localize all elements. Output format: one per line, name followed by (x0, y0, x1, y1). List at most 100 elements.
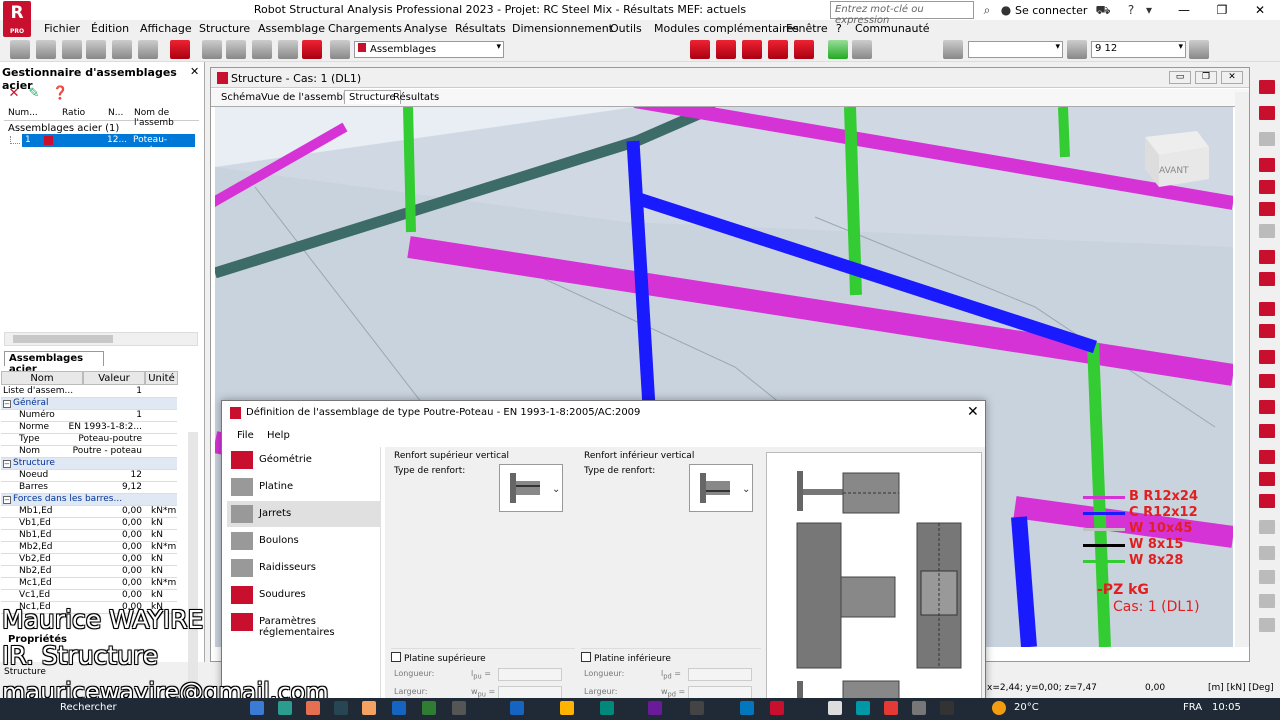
maximize-button[interactable]: ❐ (1206, 0, 1238, 20)
tree-row-selected[interactable]: 1 12... Poteau-poutre (22, 134, 195, 155)
column-brace[interactable] (403, 107, 416, 233)
taskbar-app-20[interactable] (940, 701, 954, 715)
collapse-icon[interactable]: − (3, 496, 11, 504)
taskbar-app-11[interactable] (600, 701, 614, 715)
palette-icon-5[interactable] (1259, 180, 1275, 194)
horizontal-scrollbar[interactable] (4, 332, 198, 346)
taskbar-robot[interactable] (770, 701, 784, 715)
view-minimize-button[interactable]: ▭ (1169, 71, 1191, 84)
connection-icon-1[interactable] (690, 40, 710, 59)
search-input[interactable]: Entrez mot-clé ou expression (830, 1, 974, 26)
menu-fenetre[interactable]: Fenêtre (786, 22, 828, 35)
menu-resultats[interactable]: Résultats (455, 22, 506, 35)
scroll-thumb[interactable] (13, 335, 113, 343)
taskbar-app-9[interactable] (510, 701, 524, 715)
property-row[interactable]: Type Poteau-poutre (1, 434, 177, 446)
collapse-icon[interactable]: − (3, 400, 11, 408)
nav-raidisseurs[interactable]: Raidisseurs (227, 555, 381, 581)
chevron-down-icon[interactable]: ▾ (1140, 1, 1158, 19)
taskbar-app-1[interactable] (250, 701, 264, 715)
tab-assemblages-acier[interactable]: Assemblages acier (4, 351, 104, 375)
dialog-menu-help[interactable]: Help (267, 430, 290, 441)
menu-outils[interactable]: Outils (610, 22, 642, 35)
sign-in-button[interactable]: Se connecter (1015, 4, 1087, 17)
help-icon[interactable]: ❓ (52, 86, 68, 102)
col-num[interactable]: Num... (8, 108, 38, 118)
nav-jarrets[interactable]: Jarrets (227, 501, 381, 527)
print-preview-icon[interactable] (86, 40, 106, 59)
lower-type-select[interactable]: ⌄ (689, 464, 753, 512)
tree-group[interactable]: Assemblages acier (1) (8, 123, 119, 134)
property-row-list[interactable]: Liste d'assem... 1 (1, 386, 177, 398)
nav-boulons[interactable]: Boulons (227, 528, 381, 554)
column-brace[interactable] (1058, 107, 1070, 158)
property-row[interactable]: Nom Poutre - poteau (1, 446, 177, 458)
taskbar-app-4[interactable] (334, 701, 348, 715)
display-icon[interactable] (1189, 40, 1209, 59)
col-ratio[interactable]: Ratio (62, 108, 85, 118)
lower-plate-checkbox[interactable]: Platine inférieure (581, 652, 671, 664)
connection-icon-5[interactable] (794, 40, 814, 59)
nav-parametres[interactable]: Paramètres réglementaires (227, 609, 381, 638)
collapse-icon[interactable]: − (3, 460, 11, 468)
connection-icon-2[interactable] (716, 40, 736, 59)
status-units[interactable]: [m] [kN] [Deg] (1208, 683, 1274, 693)
node-selection-icon[interactable] (943, 40, 963, 59)
calculator-icon[interactable] (170, 40, 190, 59)
user-icon[interactable]: ● (997, 1, 1015, 19)
nav-soudures[interactable]: Soudures (227, 582, 381, 608)
col-name[interactable]: Nom de l'assemb (134, 108, 199, 128)
menu-chargements[interactable]: Chargements (328, 22, 402, 35)
taskbar-app-6[interactable] (392, 701, 406, 715)
check-icon[interactable] (852, 40, 872, 59)
vertical-scrollbar[interactable] (188, 432, 198, 702)
binoculars-icon[interactable]: ⌕ (978, 1, 996, 19)
palette-icon-14[interactable] (1259, 400, 1275, 414)
palette-icon-21[interactable] (1259, 570, 1275, 584)
dialog-close-icon[interactable]: ✕ (967, 404, 979, 420)
tab-resultats[interactable]: Résultats (393, 92, 439, 103)
close-file-icon[interactable] (36, 40, 56, 59)
taskbar-app-12[interactable] (648, 701, 662, 715)
property-row[interactable]: Mb2,Ed 0,00 kN*m (1, 542, 177, 554)
taskbar-lang[interactable]: FRA (1183, 702, 1202, 713)
zoom-window-icon[interactable] (202, 40, 222, 59)
menu-help[interactable]: ? (836, 22, 842, 35)
property-row[interactable]: Mc1,Ed 0,00 kN*m (1, 578, 177, 590)
taskbar-app-5[interactable] (362, 701, 376, 715)
property-row[interactable]: Barres 9,12 (1, 482, 177, 494)
palette-icon-1[interactable] (1259, 80, 1275, 94)
view-vertical-scrollbar[interactable] (1235, 92, 1249, 647)
property-row[interactable]: Numéro 1 (1, 410, 177, 422)
property-row[interactable]: Vb2,Ed 0,00 kN (1, 554, 177, 566)
menu-communaute[interactable]: Communauté (855, 22, 930, 35)
open-icon[interactable] (10, 40, 30, 59)
tab-schema[interactable]: Schéma (221, 92, 261, 103)
delete-icon[interactable]: ✕ (6, 86, 22, 102)
palette-icon-16[interactable] (1259, 450, 1275, 464)
property-row[interactable]: Nb1,Ed 0,00 kN (1, 530, 177, 542)
property-row[interactable]: Nb2,Ed 0,00 kN (1, 566, 177, 578)
view-cube[interactable]: AVANT (1145, 131, 1209, 187)
upper-type-select[interactable]: ⌄ (499, 464, 563, 512)
property-section[interactable]: − Forces dans les barres... (1, 494, 177, 506)
nav-geometrie[interactable]: Géométrie (227, 447, 381, 473)
palette-icon-7[interactable] (1259, 224, 1275, 238)
taskbar-search[interactable]: Rechercher (60, 702, 117, 713)
taskbar-app-17[interactable] (856, 701, 870, 715)
connection-icon-4[interactable] (768, 40, 788, 59)
palette-icon-8[interactable] (1259, 250, 1275, 264)
print-icon[interactable] (62, 40, 82, 59)
palette-icon-4[interactable] (1259, 158, 1275, 172)
property-row[interactable]: Vb1,Ed 0,00 kN (1, 518, 177, 530)
taskbar-time[interactable]: 10:05 (1212, 702, 1241, 713)
zoom-in-icon[interactable] (252, 40, 272, 59)
taskbar-app-16[interactable] (828, 701, 842, 715)
minimize-button[interactable]: — (1168, 0, 1200, 20)
taskbar-app-14[interactable] (740, 701, 754, 715)
steel-column[interactable] (1011, 516, 1037, 647)
zoom-icon[interactable] (226, 40, 246, 59)
taskbar-app-7[interactable] (422, 701, 436, 715)
connection-icon-3[interactable] (742, 40, 762, 59)
property-row[interactable]: Noeud 12 (1, 470, 177, 482)
